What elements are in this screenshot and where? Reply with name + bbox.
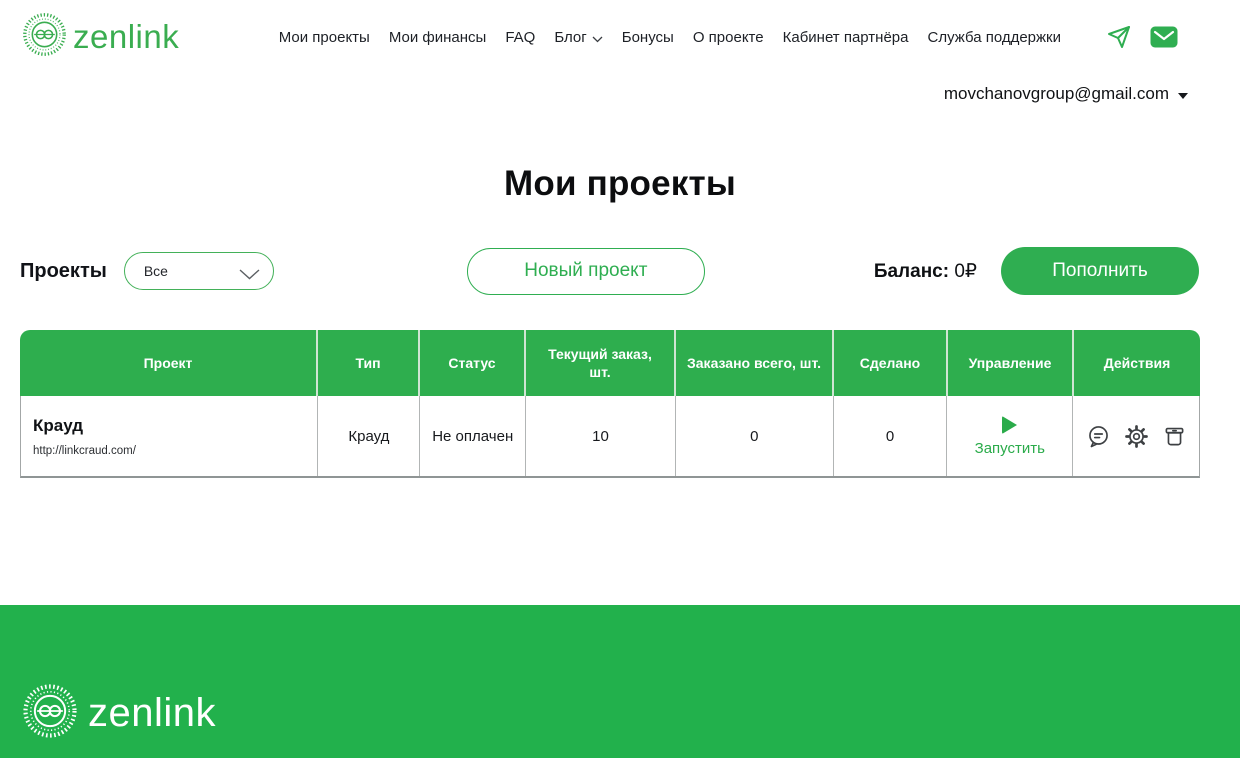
- footer: zenlink: [0, 605, 1240, 758]
- chevron-down-icon: [592, 30, 603, 47]
- cell-status: Не оплачен: [420, 396, 526, 476]
- brand-name: zenlink: [73, 18, 179, 56]
- play-icon: [1002, 416, 1017, 434]
- new-project-button[interactable]: Новый проект: [467, 248, 705, 295]
- col-header-actions: Действия: [1074, 330, 1200, 396]
- balance: Баланс: 0₽: [874, 260, 977, 283]
- footer-brand-name: zenlink: [88, 691, 216, 736]
- nav-faq[interactable]: FAQ: [505, 29, 535, 46]
- cell-current-order: 10: [526, 396, 676, 476]
- nav-my-finances[interactable]: Мои финансы: [389, 29, 486, 46]
- main-nav: Мои проекты Мои финансы FAQ Блог Бонусы …: [279, 25, 1178, 49]
- gear-icon[interactable]: [1124, 424, 1149, 449]
- account-menu[interactable]: movchanovgroup@gmail.com: [944, 84, 1188, 104]
- projects-table: Проект Тип Статус Текущий заказ, шт. Зак…: [20, 330, 1200, 478]
- nav-bonuses[interactable]: Бонусы: [622, 29, 674, 46]
- account-email: movchanovgroup@gmail.com: [944, 84, 1169, 104]
- col-header-ordered-total: Заказано всего, шт.: [676, 330, 834, 396]
- col-header-status: Статус: [420, 330, 526, 396]
- page-title: Мои проекты: [0, 164, 1240, 204]
- col-header-type: Тип: [318, 330, 420, 396]
- cell-ordered-total: 0: [676, 396, 834, 476]
- cell-done: 0: [834, 396, 948, 476]
- balance-label: Баланс:: [874, 261, 949, 282]
- controls-bar: Проекты Все Новый проект Баланс: 0₽ Попо…: [0, 247, 1240, 295]
- col-header-project: Проект: [20, 330, 318, 396]
- nav-support[interactable]: Служба поддержки: [927, 29, 1061, 46]
- cell-type: Крауд: [318, 396, 420, 476]
- run-label: Запустить: [975, 440, 1045, 457]
- col-header-current-order: Текущий заказ, шт.: [526, 330, 676, 396]
- cell-project[interactable]: Крауд http://linkcraud.com/: [21, 396, 318, 476]
- nav-blog[interactable]: Блог: [554, 28, 602, 47]
- projects-label: Проекты: [20, 260, 107, 283]
- trash-icon[interactable]: [1162, 424, 1187, 449]
- comment-icon[interactable]: [1086, 424, 1111, 449]
- brand-logo[interactable]: zenlink: [22, 12, 179, 62]
- run-project-button[interactable]: Запустить: [947, 396, 1073, 476]
- project-url: http://linkcraud.com/: [33, 445, 136, 457]
- account-bar: movchanovgroup@gmail.com: [0, 84, 1240, 104]
- nav-partner-cabinet[interactable]: Кабинет партнёра: [783, 29, 909, 46]
- zenlink-logo-icon: [22, 683, 78, 744]
- table-row: Крауд http://linkcraud.com/ Крауд Не опл…: [21, 396, 1199, 476]
- chevron-down-icon: [239, 267, 260, 285]
- cell-actions: [1073, 396, 1199, 476]
- caret-down-icon: [1178, 93, 1188, 99]
- zenlink-logo-icon: [22, 12, 67, 62]
- col-header-manage: Управление: [948, 330, 1074, 396]
- topup-button[interactable]: Пополнить: [1001, 247, 1199, 295]
- project-filter-value: Все: [144, 263, 168, 279]
- project-filter-select[interactable]: Все: [124, 252, 274, 290]
- table-header-row: Проект Тип Статус Текущий заказ, шт. Зак…: [20, 330, 1200, 396]
- telegram-icon[interactable]: [1106, 25, 1132, 49]
- balance-value: 0₽: [954, 261, 977, 282]
- project-name: Крауд: [33, 416, 83, 436]
- header: zenlink Мои проекты Мои финансы FAQ Блог…: [0, 0, 1240, 62]
- col-header-done: Сделано: [834, 330, 948, 396]
- nav-about[interactable]: О проекте: [693, 29, 764, 46]
- nav-my-projects[interactable]: Мои проекты: [279, 29, 370, 46]
- footer-brand-logo[interactable]: zenlink: [22, 683, 216, 744]
- email-icon[interactable]: [1150, 26, 1178, 48]
